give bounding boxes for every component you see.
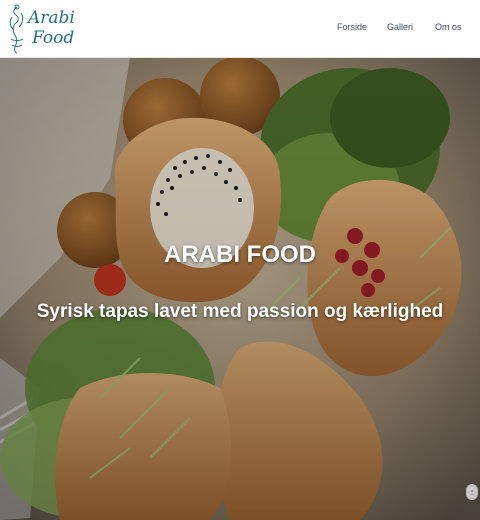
hero-food-image: [0, 58, 480, 520]
hero-title: ARABI FOOD: [164, 241, 316, 268]
nav-galleri[interactable]: Galleri: [387, 22, 413, 32]
hero-section: ARABI FOOD Syrisk tapas lavet med passio…: [0, 58, 480, 520]
logo-figure-icon: [9, 4, 24, 54]
scroll-top-button[interactable]: ↑: [466, 484, 478, 500]
logo-text-food: Food: [32, 28, 75, 48]
nav-forside[interactable]: Forside: [337, 22, 367, 32]
logo-text-arabi: Arabi: [28, 8, 75, 28]
nav-om-os[interactable]: Om os: [435, 22, 462, 32]
site-header: Arabi Food Forside Galleri Om os: [0, 0, 480, 58]
hero-subtitle: Syrisk tapas lavet med passion og kærlig…: [36, 301, 444, 322]
logo[interactable]: Arabi Food: [6, 3, 76, 55]
scroll-top-icon: ↑: [469, 487, 475, 497]
